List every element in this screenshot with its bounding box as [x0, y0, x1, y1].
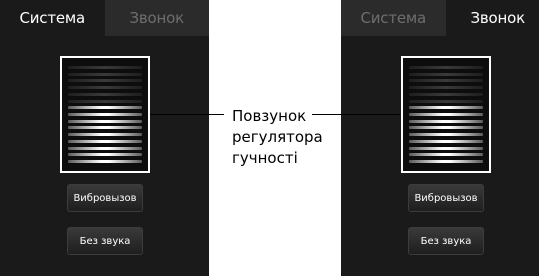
vibrate-button[interactable]: Вибровызов — [67, 184, 143, 212]
mute-button[interactable]: Без звука — [408, 227, 484, 255]
volume-level-inactive — [68, 65, 142, 69]
tab-bar: Система Звонок — [341, 0, 539, 36]
volume-level-inactive — [409, 99, 483, 103]
left-screen: Система Звонок Вибровызов Без звука — [0, 0, 209, 276]
callout-line-left — [150, 114, 224, 115]
volume-level-inactive — [68, 99, 142, 103]
volume-level-inactive — [68, 92, 142, 96]
volume-level-inactive — [68, 86, 142, 90]
volume-level-active — [68, 133, 142, 137]
volume-level-active — [68, 139, 142, 143]
volume-level-active — [68, 153, 142, 157]
volume-level-active — [409, 146, 483, 150]
volume-level-inactive — [68, 72, 142, 76]
volume-level-active — [68, 113, 142, 116]
volume-level-inactive — [409, 92, 483, 96]
callout-line-2: регулятора — [232, 128, 323, 146]
volume-level-inactive — [409, 72, 483, 76]
vibrate-button[interactable]: Вибровызов — [408, 184, 484, 212]
tab-ringer[interactable]: Звонок — [445, 0, 539, 36]
volume-level-active — [68, 126, 142, 130]
right-screen: Система Звонок Вибровызов Без звука — [341, 0, 539, 276]
volume-level-active — [68, 146, 142, 150]
volume-level-active — [68, 106, 142, 110]
volume-level-active — [68, 119, 142, 123]
tab-bar: Система Звонок — [0, 0, 209, 36]
volume-level-active — [68, 160, 142, 164]
callout-line-3: гучності — [232, 149, 298, 167]
volume-level-active — [409, 106, 483, 110]
tab-system[interactable]: Система — [0, 0, 105, 36]
callout-label: Повзунок регулятора гучності — [232, 106, 342, 169]
volume-level-inactive — [409, 65, 483, 69]
volume-level-active — [409, 119, 483, 123]
volume-level-active — [409, 153, 483, 157]
volume-level-active — [409, 139, 483, 143]
tab-ringer[interactable]: Звонок — [104, 0, 209, 36]
volume-slider[interactable] — [60, 56, 150, 173]
volume-bars — [409, 64, 483, 165]
mute-button[interactable]: Без звука — [67, 227, 143, 255]
callout-line-1: Повзунок — [232, 107, 307, 125]
volume-level-active — [409, 113, 483, 116]
volume-level-inactive — [409, 86, 483, 90]
volume-slider[interactable] — [401, 56, 491, 173]
volume-level-active — [409, 160, 483, 164]
volume-level-inactive — [409, 79, 483, 83]
volume-level-active — [409, 126, 483, 130]
volume-bars — [68, 64, 142, 165]
tab-system[interactable]: Система — [341, 0, 446, 36]
volume-level-inactive — [68, 79, 142, 83]
volume-level-active — [409, 133, 483, 137]
